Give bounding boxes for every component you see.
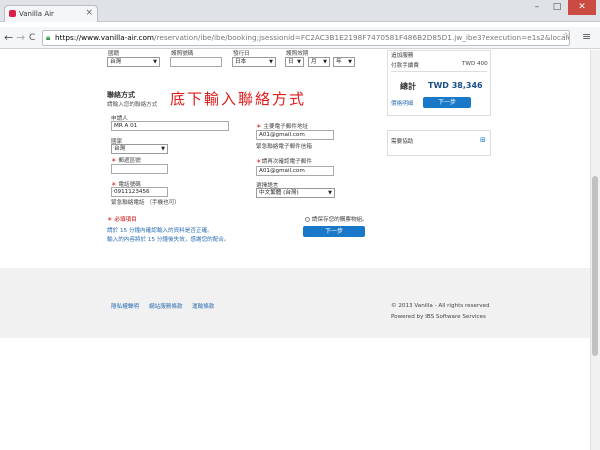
contact-subtitle: 請輸入您的聯絡方式	[107, 102, 158, 108]
checkbox-label: 請保存您的購票物組。	[311, 217, 368, 223]
language-value: 中文繁體 (台灣)	[259, 190, 299, 196]
window-close-button[interactable]: ✕	[568, 0, 596, 15]
issue-country-select[interactable]: 日本 ▼	[232, 57, 276, 67]
lock-icon: 🔒︎	[46, 33, 51, 42]
chevron-down-icon: ▼	[161, 146, 165, 152]
forward-icon[interactable]: →	[16, 31, 25, 44]
required-note: ＊ 必填項目	[107, 215, 137, 223]
fee-header: 追加服務	[391, 53, 414, 59]
email-confirm-label-text: 請再次確認電子郵件	[261, 159, 312, 165]
footer-link-carriage[interactable]: 運輸條款	[192, 302, 214, 310]
postal-input[interactable]	[111, 164, 168, 174]
price-summary-box: 追加服務 付款手續費 TWD 400 總計 TWD 38,346 價格明細 下一…	[387, 50, 491, 116]
page-footer: 隱私權聲明 網站服務條款 運輸條款 © 2013 Vanilla - All r…	[0, 268, 590, 338]
required-note-text: ＊ 必填項目	[107, 217, 137, 223]
postal-label: ＊ 郵遞區號	[111, 156, 141, 164]
contact-title: 聯絡方式	[107, 91, 135, 99]
url-domain: https://www.vanilla-air.com	[55, 33, 155, 42]
phone-input[interactable]: 0911123456	[111, 187, 168, 197]
price-breakdown-link[interactable]: 價格明細	[391, 99, 413, 107]
next-button[interactable]: 下一步	[303, 226, 365, 237]
issue-country-value: 日本	[235, 59, 247, 65]
month-value: 月	[311, 59, 317, 65]
expiry-month-select[interactable]: 月 ▼	[308, 57, 330, 67]
expand-icon[interactable]: ⊞	[480, 136, 486, 144]
chevron-down-icon: ▼	[297, 59, 301, 65]
copyright: © 2013 Vanilla - All rights reserved	[391, 303, 490, 309]
back-icon[interactable]: ←	[4, 31, 13, 44]
email-confirm-input[interactable]: A01@gmail.com	[256, 166, 334, 176]
language-select[interactable]: 中文繁體 (台灣) ▼	[256, 188, 335, 198]
browser-menu-icon[interactable]: ≡	[582, 30, 591, 43]
email-input[interactable]: A01@gmail.com	[256, 130, 334, 140]
email-confirm-value: A01@gmail.com	[259, 168, 305, 174]
minimize-button[interactable]: –	[528, 0, 546, 15]
expiry-year-select[interactable]: 年 ▼	[333, 57, 355, 67]
url-input[interactable]: 🔒︎ https://www.vanilla-air.com/reservati…	[42, 30, 570, 46]
sidebar-next-button[interactable]: 下一步	[423, 97, 471, 108]
chevron-down-icon: ▼	[328, 190, 332, 196]
nationality-value: 台灣	[110, 59, 122, 65]
chevron-down-icon: ▼	[323, 59, 327, 65]
footer-link-privacy[interactable]: 隱私權聲明	[111, 302, 139, 310]
chevron-down-icon: ▼	[153, 59, 157, 65]
notice-line-1: 請於 15 分鐘內確認輸入的資料是否正確。	[107, 228, 213, 234]
url-path: /reservation/ibe/ibe/booking;jsessionid=…	[154, 33, 569, 42]
applicant-value: MR A 01	[114, 123, 138, 129]
help-label: 需要協助	[391, 139, 414, 145]
country-select[interactable]: 台灣 ▼	[111, 144, 168, 154]
nationality-label: 國籍	[108, 51, 120, 57]
maximize-button[interactable]: □	[548, 0, 566, 15]
footer-link-terms[interactable]: 網站服務條款	[149, 302, 183, 310]
total-value: TWD 38,346	[428, 81, 483, 90]
reload-icon[interactable]: C	[29, 33, 35, 43]
divider	[391, 71, 487, 72]
phone-value: 0911123456	[114, 189, 150, 195]
help-box[interactable]: 需要協助 ⊞	[387, 130, 491, 156]
country-value: 台灣	[114, 146, 126, 152]
browser-tab[interactable]: Vanilla Air ×	[4, 5, 98, 22]
notice-line-2: 輸入的內容將於 15 分鐘後失效，感謝您的配合。	[107, 237, 230, 243]
chevron-down-icon: ▼	[348, 59, 352, 65]
passport-input[interactable]	[170, 57, 222, 67]
browser-tab-bar: Vanilla Air × – □ ✕	[0, 0, 600, 22]
day-value: 日	[288, 59, 294, 65]
expiry-day-select[interactable]: 日 ▼	[285, 57, 304, 67]
email-value: A01@gmail.com	[259, 132, 305, 138]
issue-label: 發行日	[233, 51, 250, 57]
email-note: 緊急聯絡電子郵件信箱	[256, 144, 312, 150]
year-value: 年	[336, 59, 342, 65]
scrollbar-thumb[interactable]	[592, 176, 598, 356]
phone-note: 緊急聯絡電話 （手機也可）	[111, 200, 180, 206]
annotation-text: 底下輸入聯絡方式	[170, 90, 307, 108]
tab-close-icon[interactable]: ×	[85, 8, 93, 18]
nationality-select[interactable]: 台灣 ▼	[107, 57, 160, 67]
fee-value: TWD 400	[462, 61, 488, 67]
checkbox[interactable]	[305, 217, 310, 222]
passport-label: 護照號碼	[171, 51, 194, 57]
bookmark-star-icon[interactable]: ☆	[562, 31, 570, 41]
address-bar: ← → C 🔒︎ https://www.vanilla-air.com/res…	[0, 27, 600, 49]
tab-title: Vanilla Air	[19, 10, 54, 18]
checkbox-row[interactable]: 請保存您的購票物組。	[305, 215, 368, 223]
chevron-down-icon: ▼	[269, 59, 273, 65]
powered-by: Powered by IBS Software Services	[391, 314, 486, 320]
vanilla-favicon-icon	[9, 10, 16, 17]
expiry-label: 護照效期	[286, 51, 309, 57]
page-content	[0, 50, 590, 450]
email-label: ＊ 主要電子郵件地址	[256, 122, 308, 130]
applicant-input[interactable]: MR A 01	[111, 121, 229, 131]
total-label: 總計	[400, 82, 416, 91]
fee-label: 付款手續費	[391, 63, 419, 69]
email-confirm-label: ＊請再次確認電子郵件	[256, 157, 312, 165]
